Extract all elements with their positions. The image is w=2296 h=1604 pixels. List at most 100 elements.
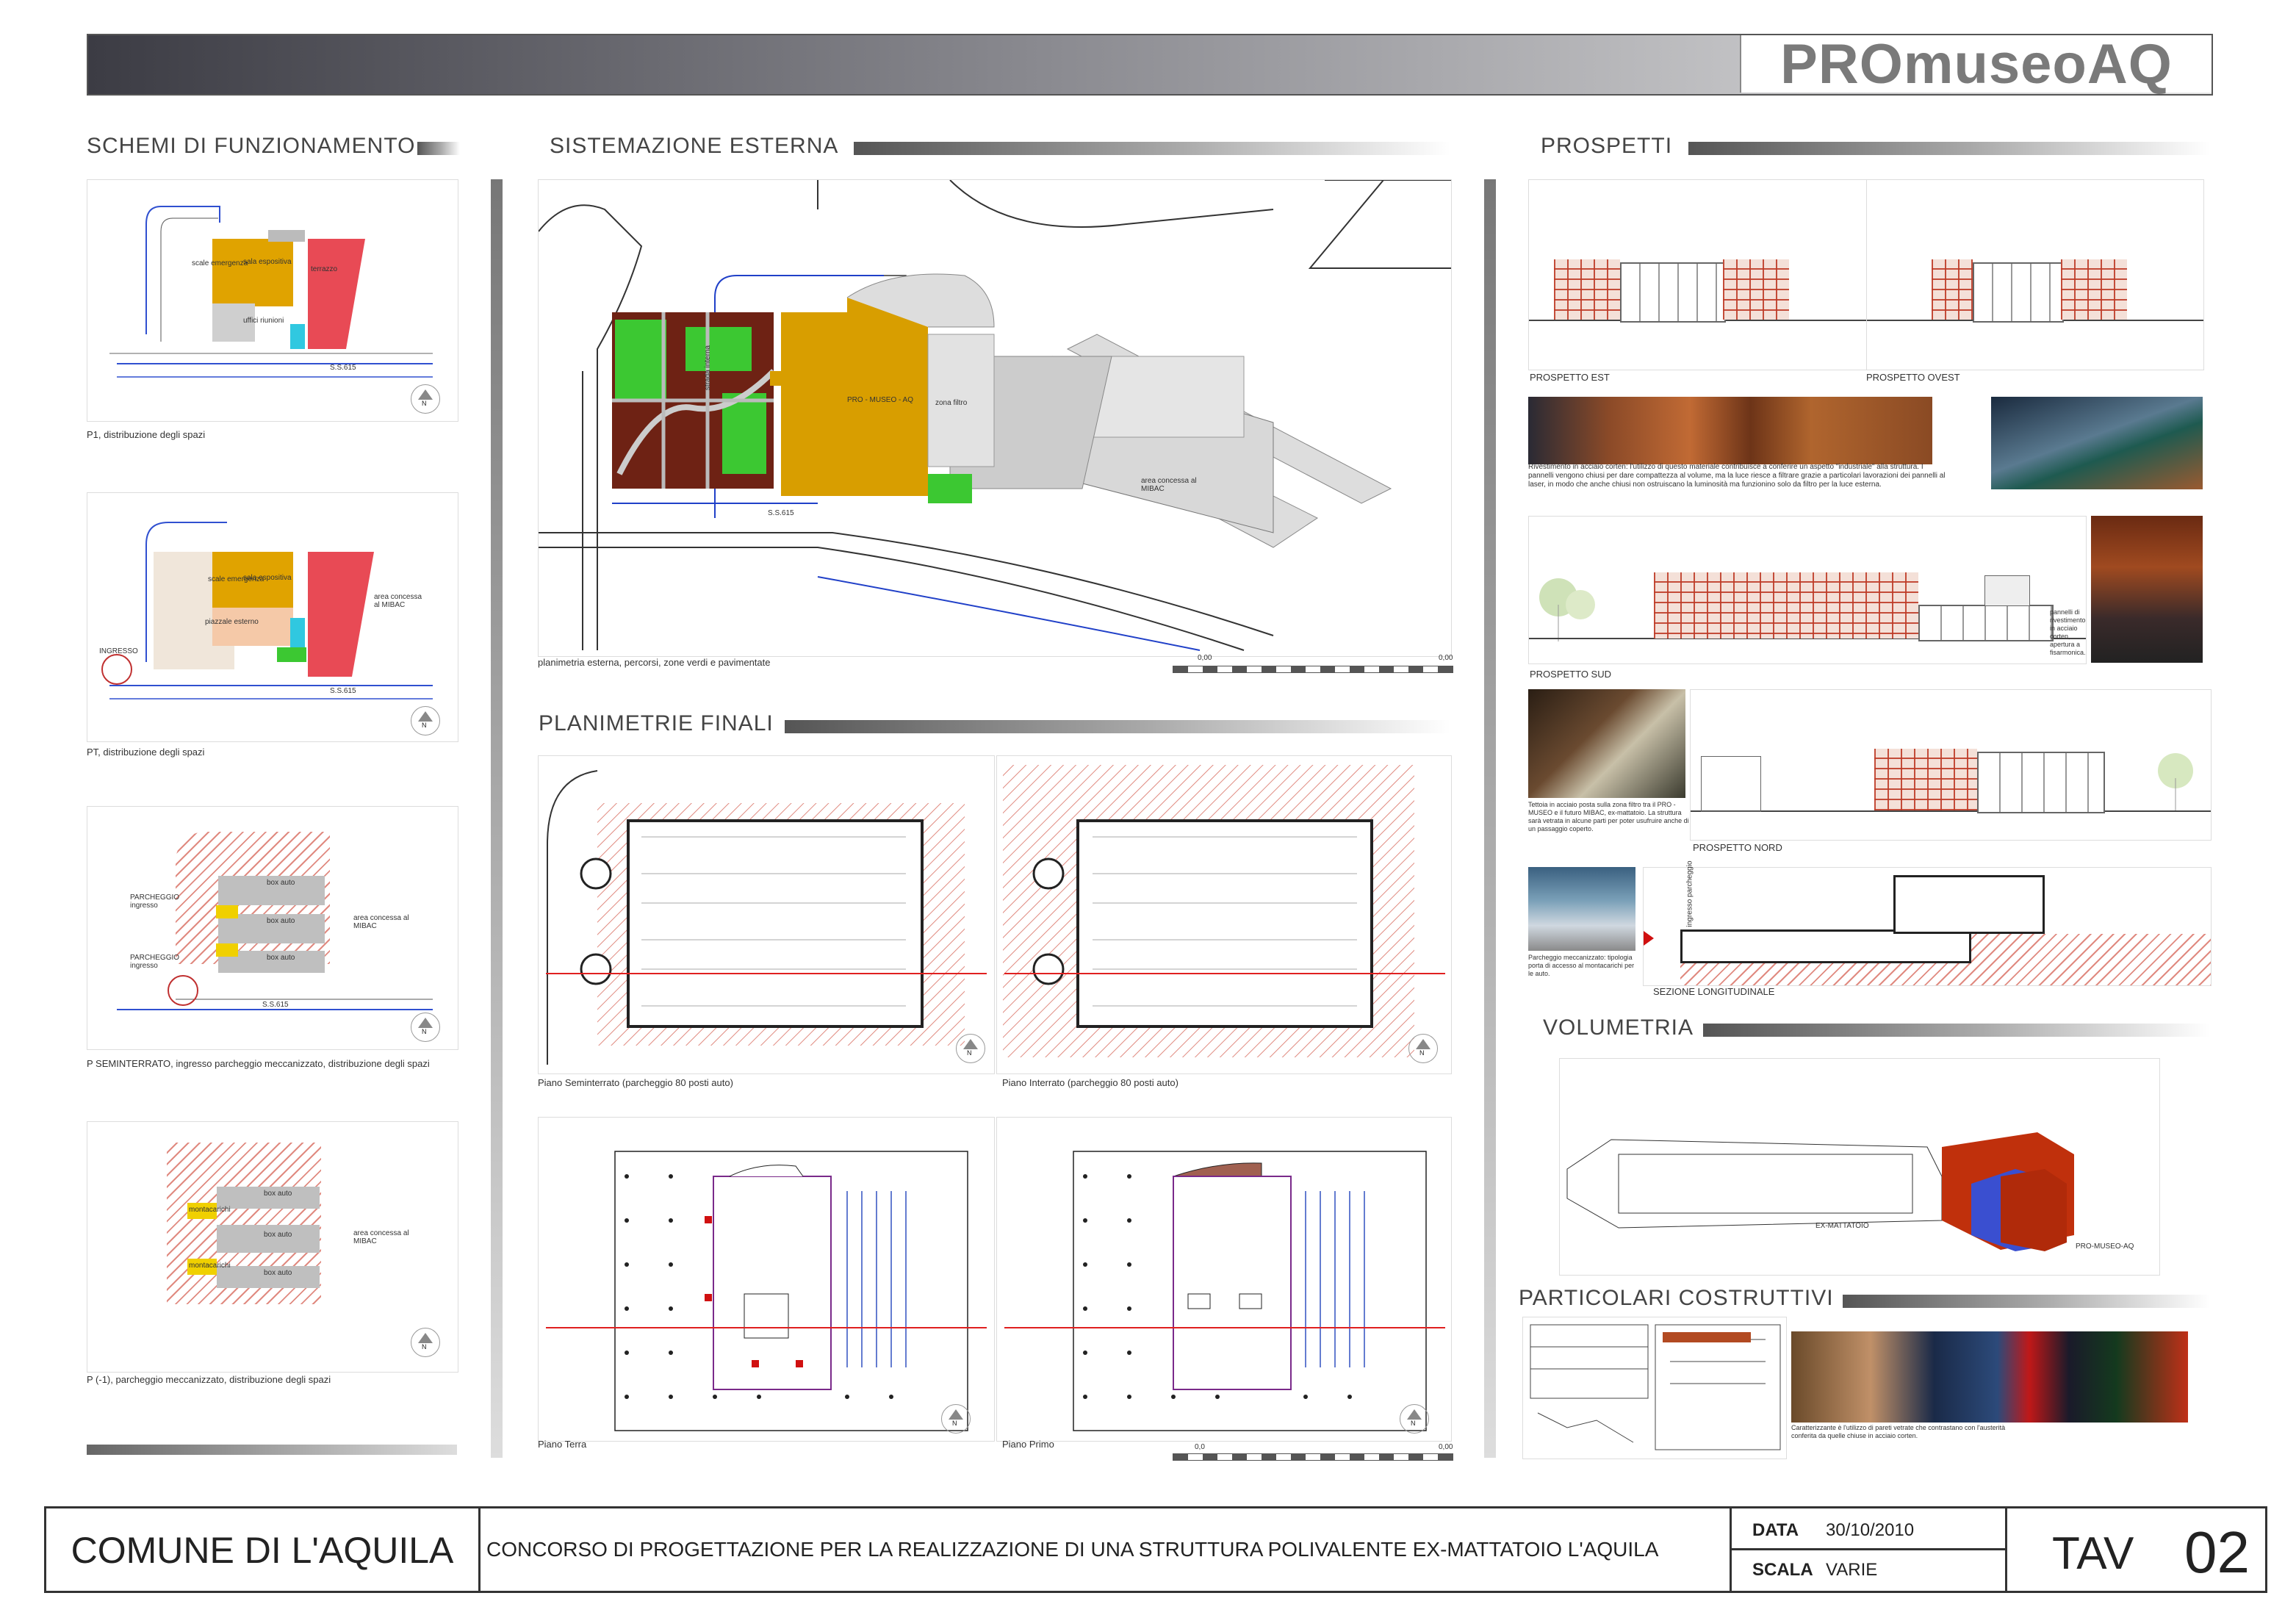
- footer-comune-cell: COMUNE DI L'AQUILA: [46, 1508, 481, 1591]
- label-area: area concessa al MIBAC: [374, 593, 422, 609]
- section-title-sistemazione: SISTEMAZIONE ESTERNA: [550, 134, 839, 158]
- plan-seminterrato: N: [538, 755, 995, 1074]
- label-road: S.S.615: [330, 687, 356, 695]
- prospetto-sud: [1528, 516, 2087, 664]
- schema-p-1: montacarichi montacarichi box auto box a…: [87, 1121, 458, 1373]
- prospetto-nord: [1690, 689, 2212, 841]
- note-corten: Rivestimento in acciaio corten: l'utiliz…: [1528, 463, 1946, 489]
- label-parcheggio: PARCHEGGIO ingresso: [130, 954, 180, 970]
- north-arrow-icon: N: [956, 1034, 985, 1063]
- section-title-prospetti: PROSPETTI: [1541, 134, 1673, 158]
- scale-label: 0,00: [1198, 654, 1212, 662]
- caption-site: planimetria esterna, percorsi, zone verd…: [538, 657, 771, 668]
- label-ingresso: INGRESSO: [99, 647, 138, 655]
- scale-label: 0,00: [1439, 654, 1453, 662]
- label-est: PROSPETTO EST: [1530, 372, 1610, 383]
- label-box: box auto: [264, 1269, 292, 1277]
- column-separator: [491, 179, 503, 1458]
- label-ingresso-parcheggio: ingresso parcheggio: [1685, 860, 1694, 927]
- volumetria-panel: EX-MATTATOIO PRO-MUSEO-AQ: [1559, 1058, 2160, 1276]
- caption-pt: PT, distribuzione degli spazi: [87, 747, 205, 758]
- label-nord: PROSPETTO NORD: [1693, 842, 1782, 853]
- brand-title: PROmuseoAQ: [1740, 35, 2212, 94]
- box-block: [217, 1225, 320, 1253]
- heading-bar: [1688, 142, 2210, 155]
- label-strada: strada interna: [704, 345, 713, 391]
- label-montacarichi: montacarichi: [189, 1262, 231, 1270]
- label-road: S.S.615: [330, 364, 356, 372]
- label-pro-museo: PRO-MUSEO-AQ: [2076, 1242, 2134, 1251]
- section-title-planimetrie: PLANIMETRIE FINALI: [539, 711, 774, 736]
- label-sala: sala espositiva: [243, 258, 292, 266]
- label-montacarichi: montacarichi: [189, 1206, 231, 1214]
- north-arrow-icon: N: [1408, 1034, 1438, 1063]
- plan-seminterrato-drawing: [546, 770, 987, 1065]
- schema-seminterrato: box auto box auto box auto PARCHEGGIO in…: [87, 806, 458, 1050]
- title-block: COMUNE DI L'AQUILA CONCORSO DI PROGETTAZ…: [44, 1506, 2267, 1593]
- photo-pannelli: [2091, 516, 2203, 663]
- section-title-schemi: SCHEMI DI FUNZIONAMENTO: [87, 134, 416, 158]
- photo-building: [1991, 397, 2203, 489]
- label-sud: PROSPETTO SUD: [1530, 669, 1612, 680]
- note-particolari: Caratterizzante è l'utilizzo di pareti v…: [1791, 1424, 2006, 1439]
- footer-comune: COMUNE DI L'AQUILA: [71, 1530, 454, 1571]
- scale-bar: [1173, 1453, 1453, 1461]
- label-parcheggio: PARCHEGGIO ingresso: [130, 893, 180, 910]
- label-uffici: uffici riunioni: [243, 317, 284, 325]
- tree-icon: [2158, 753, 2193, 810]
- label-scale: scale emergenza: [192, 259, 248, 267]
- section-title-volumetria: VOLUMETRIA: [1543, 1015, 1694, 1040]
- north-arrow-icon: N: [411, 1328, 440, 1357]
- label-filtro: zona filtro: [935, 399, 968, 407]
- photo-particolari: [1791, 1331, 2188, 1423]
- label-ovest: PROSPETTO OVEST: [1866, 372, 1960, 383]
- section-title-particolari: PARTICOLARI COSTRUTTIVI: [1519, 1286, 1834, 1310]
- footer-scala-value: VARIE: [1826, 1560, 1878, 1580]
- label-road: S.S.615: [262, 1001, 289, 1009]
- plan-interrato-drawing: [1003, 765, 1445, 1057]
- footer-data-cell: DATA 30/10/2010 SCALA VARIE: [1732, 1508, 2007, 1591]
- label-box: box auto: [264, 1190, 292, 1198]
- plan-primo-drawing: [1004, 1151, 1445, 1431]
- label-sezione: SEZIONE LONGITUDINALE: [1653, 986, 1775, 997]
- arrow-icon: [1644, 931, 1654, 946]
- prospetto-ovest: [1866, 179, 2204, 370]
- heading-bar: [785, 720, 1450, 733]
- plan-terra-drawing: [546, 1151, 987, 1431]
- heading-bar: [417, 142, 460, 155]
- title-bar: PROmuseoAQ: [87, 34, 2213, 96]
- photo-tettoia: [1528, 689, 1685, 798]
- sezione-longitudinale: ingresso parcheggio: [1643, 860, 2212, 986]
- detail-drawing: [1530, 1324, 1781, 1450]
- note-pannelli: pannelli di rivestimento in acciaio cort…: [2050, 608, 2086, 656]
- column-bottom-bar: [87, 1445, 457, 1455]
- north-arrow-icon: N: [411, 1013, 440, 1042]
- label-area: area concessa al MIBAC: [353, 1229, 409, 1245]
- particolari-drawing: [1522, 1317, 1787, 1459]
- note-tettoia: Tettoia in acciaio posta sulla zona filt…: [1528, 801, 1689, 832]
- footer-data-label: DATA: [1752, 1520, 1799, 1540]
- heading-bar: [854, 142, 1450, 155]
- footer-scala-label: SCALA: [1752, 1560, 1813, 1580]
- label-box: box auto: [267, 879, 295, 887]
- label-terrazzo: terrazzo: [311, 265, 338, 273]
- site-plan-drawing: [539, 180, 1451, 651]
- north-arrow-icon: N: [411, 384, 440, 414]
- site-plan: PRO - MUSEO - AQ zona filtro area conces…: [538, 179, 1452, 657]
- label-box: box auto: [264, 1231, 292, 1239]
- photo-parcheggio: [1528, 867, 1635, 951]
- note-parcheggio: Parcheggio meccanizzato: tipologia porta…: [1528, 954, 1635, 977]
- caption-seminterrato-plan: Piano Seminterrato (parcheggio 80 posti …: [538, 1077, 733, 1088]
- plan-terra: N: [538, 1117, 995, 1442]
- plan-primo: N: [996, 1117, 1452, 1442]
- north-arrow-icon: N: [411, 706, 440, 736]
- caption-p-1: P (-1), parcheggio meccanizzato, distrib…: [87, 1374, 331, 1385]
- footer-tav-label: TAV: [2052, 1528, 2134, 1579]
- north-arrow-icon: N: [1400, 1404, 1429, 1434]
- label-road: S.S.615: [768, 509, 794, 517]
- photo-corten: [1528, 397, 1932, 464]
- column-separator: [1484, 179, 1496, 1458]
- schema-pt-drawing: [101, 522, 433, 699]
- heading-bar: [1703, 1024, 2210, 1037]
- label-area: area concessa al MIBAC: [353, 914, 409, 930]
